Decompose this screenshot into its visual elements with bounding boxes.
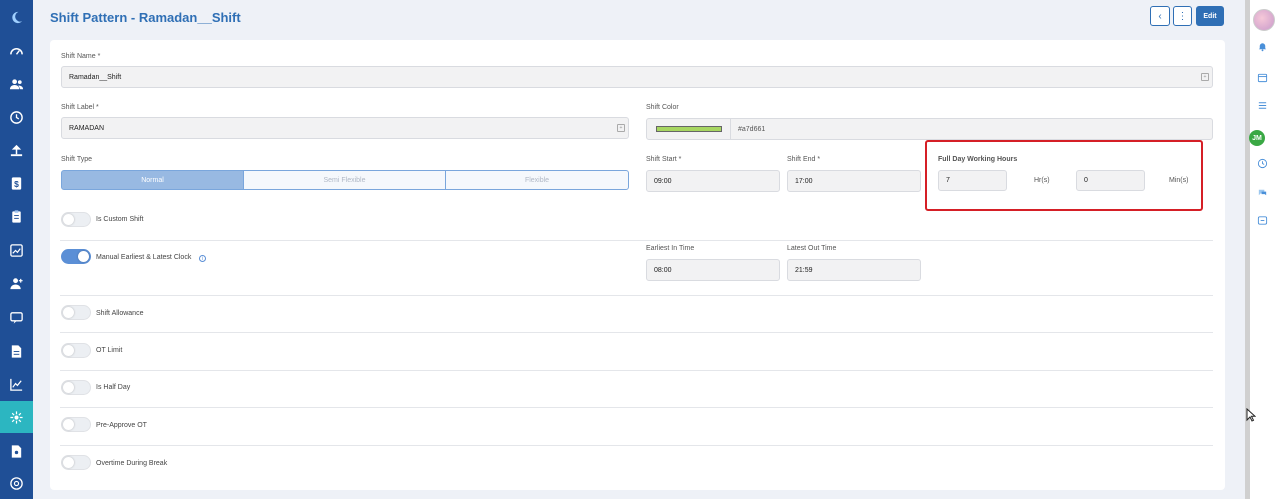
messages-icon[interactable]: [0, 301, 33, 333]
latest-out-time-field[interactable]: 21:59: [787, 259, 921, 281]
svg-text:$: $: [14, 178, 19, 188]
divider: [60, 407, 1213, 408]
shift-type-flexible[interactable]: Flexible: [445, 170, 629, 190]
shift-type-normal[interactable]: Normal: [61, 170, 244, 190]
edit-button[interactable]: Edit: [1196, 6, 1224, 26]
add-user-icon[interactable]: [0, 267, 33, 299]
earliest-in-time-label: Earliest In Time: [646, 245, 695, 252]
toggle-knob: [63, 307, 74, 318]
more-options-button[interactable]: ⋮: [1173, 6, 1192, 26]
calendar-icon[interactable]: [1254, 69, 1270, 85]
ot-limit-label: OT Limit: [96, 347, 123, 354]
half-day-toggle[interactable]: [61, 380, 91, 395]
shift-color-label: Shift Color: [646, 104, 679, 111]
app-logo-icon[interactable]: [0, 1, 33, 33]
color-hex-value: #a7d661: [738, 125, 766, 133]
user-avatar[interactable]: [1253, 9, 1275, 31]
shift-start-label: Shift Start *: [646, 156, 682, 163]
shift-name-field[interactable]: Ramadan__Shift +: [61, 66, 1213, 88]
toggle-knob: [63, 382, 74, 393]
earliest-in-time-field[interactable]: 08:00: [646, 259, 780, 281]
toggle-knob: [63, 345, 74, 356]
shift-type-semi-flexible[interactable]: Semi Flexible: [243, 170, 446, 190]
divider: [60, 332, 1213, 333]
user-initials-badge[interactable]: JM: [1249, 130, 1265, 146]
mouse-cursor-icon: [1246, 407, 1257, 427]
employees-icon[interactable]: [0, 68, 33, 100]
pre-approve-ot-label: Pre-Approve OT: [96, 422, 147, 429]
left-navigation: $: [0, 0, 33, 499]
expand-field-icon[interactable]: +: [617, 124, 625, 132]
shift-start-value: 09:00: [654, 177, 672, 185]
claims-clipboard-icon[interactable]: [0, 200, 33, 232]
custom-shift-label: Is Custom Shift: [96, 216, 144, 223]
earliest-in-time-value: 08:00: [654, 266, 672, 274]
ot-limit-toggle[interactable]: [61, 343, 91, 358]
divider: [60, 445, 1213, 446]
manual-clock-label: Manual Earliest & Latest Clock: [96, 254, 192, 261]
shift-label-label: Shift Label *: [61, 104, 99, 111]
chevron-left-icon: ‹: [1158, 10, 1162, 22]
latest-out-time-value: 21:59: [795, 266, 813, 274]
pre-approve-ot-toggle[interactable]: [61, 417, 91, 432]
shift-type-label: Shift Type: [61, 156, 93, 163]
half-day-label: Is Half Day: [96, 384, 131, 391]
list-icon[interactable]: [1254, 97, 1270, 113]
notifications-bell-icon[interactable]: [1254, 38, 1270, 54]
more-vertical-icon: ⋮: [1177, 10, 1188, 22]
highlight-annotation-box: [925, 140, 1203, 211]
back-button[interactable]: ‹: [1150, 6, 1170, 26]
expand-field-icon[interactable]: +: [1201, 73, 1209, 81]
toggle-knob: [63, 214, 74, 225]
shift-end-label: Shift End *: [787, 156, 821, 163]
custom-shift-toggle[interactable]: [61, 212, 91, 227]
manual-clock-toggle[interactable]: [61, 249, 91, 264]
toggle-knob: [63, 457, 74, 468]
reports-chart-icon[interactable]: [0, 368, 33, 400]
shift-end-field[interactable]: 17:00: [787, 170, 921, 192]
analytics-icon[interactable]: [0, 234, 33, 266]
dashboard-gauge-icon[interactable]: [0, 35, 33, 67]
documents-icon[interactable]: [0, 335, 33, 367]
color-swatch: [656, 126, 722, 132]
shift-allowance-toggle[interactable]: [61, 305, 91, 320]
leave-icon[interactable]: [0, 134, 33, 166]
shift-name-value: Ramadan__Shift: [69, 73, 122, 81]
divider: [60, 240, 1213, 241]
chat-bubbles-icon[interactable]: [1254, 184, 1270, 200]
payroll-dollar-icon[interactable]: $: [0, 167, 33, 199]
shift-name-label: Shift Name *: [61, 53, 101, 60]
latest-out-time-label: Latest Out Time: [787, 245, 837, 252]
color-hex-field[interactable]: #a7d661: [730, 118, 1213, 140]
attendance-clock-icon[interactable]: [0, 101, 33, 133]
shift-pattern-form-card: [50, 40, 1225, 490]
widget-icon[interactable]: [1254, 212, 1270, 228]
shift-end-value: 17:00: [795, 177, 813, 185]
shift-label-value: RAMADAN: [69, 124, 105, 132]
info-icon[interactable]: i: [199, 255, 206, 262]
shift-allowance-label: Shift Allowance: [96, 310, 144, 317]
shift-label-field[interactable]: RAMADAN +: [61, 117, 629, 139]
divider: [60, 295, 1213, 296]
forms-icon[interactable]: [0, 435, 33, 467]
help-icon[interactable]: [0, 467, 33, 499]
shift-start-field[interactable]: 09:00: [646, 170, 780, 192]
toggle-knob: [63, 419, 74, 430]
overtime-during-break-label: Overtime During Break: [96, 460, 168, 467]
settings-gear-icon[interactable]: [0, 401, 33, 433]
page-title: Shift Pattern - Ramadan__Shift: [50, 10, 241, 25]
overtime-during-break-toggle[interactable]: [61, 455, 91, 470]
color-picker-button[interactable]: [646, 118, 731, 140]
timer-icon[interactable]: [1254, 155, 1270, 171]
toggle-knob: [78, 251, 89, 262]
divider: [60, 370, 1213, 371]
